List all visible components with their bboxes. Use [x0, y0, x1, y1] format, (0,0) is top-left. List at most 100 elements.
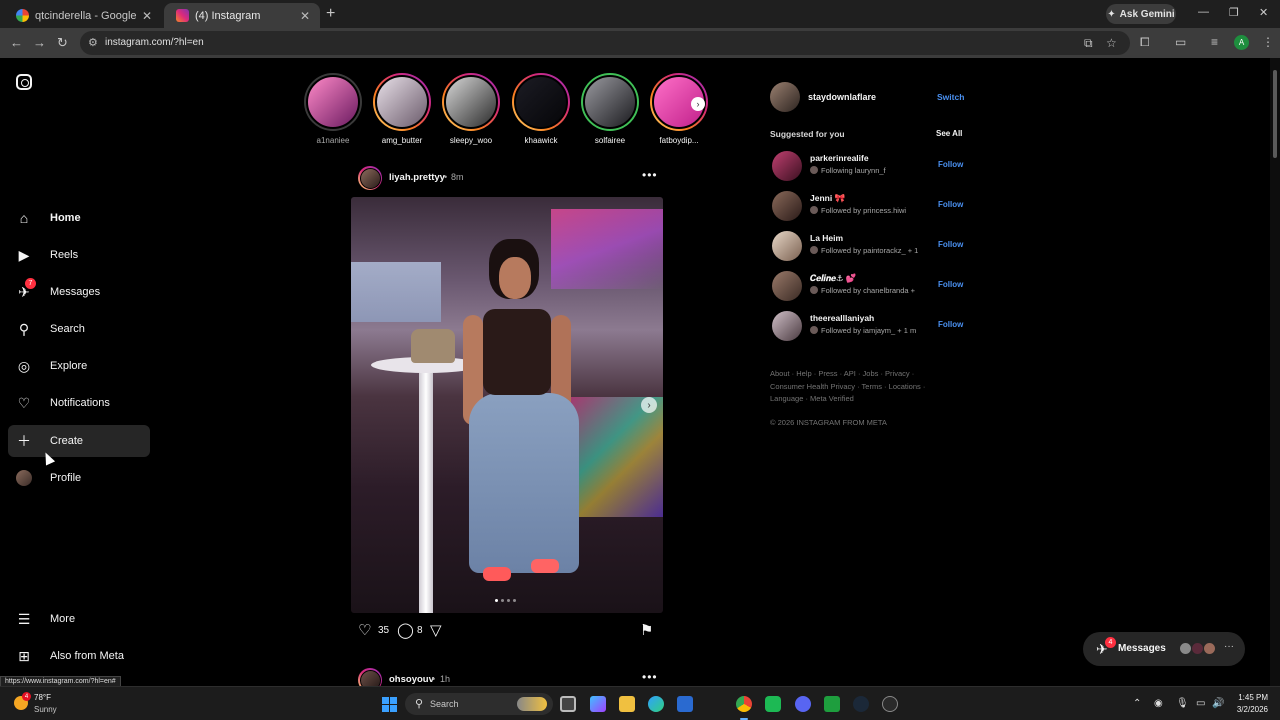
instagram-logo-icon[interactable] [16, 74, 32, 90]
more-options-icon[interactable]: ••• [642, 670, 658, 684]
media-icon[interactable]: ≡ [1211, 35, 1218, 49]
sidebar-item-also-from-meta[interactable]: ⊞ Also from Meta [8, 640, 150, 672]
chrome-icon[interactable] [736, 696, 752, 712]
task-view-icon[interactable] [560, 696, 576, 712]
sidebar-item-reels[interactable]: ▶ Reels [8, 239, 150, 271]
app-icon[interactable] [765, 696, 781, 712]
sidebar-item-explore[interactable]: ◎ Explore [8, 350, 150, 382]
search-highlight-icon [517, 697, 547, 711]
story-item[interactable]: khaawick [512, 73, 570, 145]
microphone-icon[interactable]: 🎙 [1176, 698, 1189, 709]
suggestion-item: La Heim Followed by paintorackz_ + 1 Fol… [772, 230, 964, 262]
clock-time[interactable]: 1:45 PM [1224, 693, 1268, 702]
avatar[interactable] [772, 311, 802, 341]
avatar[interactable] [358, 166, 382, 190]
file-explorer-icon[interactable] [619, 696, 635, 712]
avatar[interactable] [358, 668, 382, 686]
post-username[interactable]: ohsoyouv [389, 674, 434, 685]
post-username[interactable]: liyah.prettyy [389, 172, 445, 183]
site-info-icon[interactable]: ⚙ [88, 36, 98, 49]
see-all-link[interactable]: See All [936, 129, 962, 138]
avatar[interactable] [770, 82, 800, 112]
current-username[interactable]: staydownlaflare [808, 92, 876, 102]
switch-account-link[interactable]: Switch [937, 92, 964, 102]
share-icon[interactable]: ▽ [430, 621, 442, 639]
sidebar-item-notifications[interactable]: ♡ Notifications [8, 387, 150, 419]
tab-instagram[interactable]: (4) Instagram ✕ [164, 3, 320, 28]
story-item[interactable]: amg_butter [373, 73, 431, 145]
restore-icon[interactable]: ❐ [1229, 6, 1239, 19]
like-heart-icon[interactable]: ♡ [358, 621, 371, 639]
story-item[interactable]: solfairee [581, 73, 639, 145]
sidebar-item-more[interactable]: ☰ More [8, 603, 150, 635]
carousel-next-icon[interactable]: › [641, 397, 657, 413]
taskbar-search[interactable]: ⚲ Search [405, 693, 553, 715]
weather-temperature[interactable]: 78°F [34, 693, 51, 702]
weather-condition[interactable]: Sunny [34, 705, 57, 714]
messages-pill-button[interactable]: ✈ 4 Messages ··· [1083, 632, 1245, 666]
comment-icon[interactable]: ◯ [397, 621, 414, 639]
page-scrollbar[interactable] [1270, 58, 1280, 686]
tray-app-icon[interactable]: ◉ [1154, 698, 1163, 709]
avatar[interactable] [772, 231, 802, 261]
suggestion-name[interactable]: La Heim [810, 233, 843, 243]
follow-button[interactable]: Follow [938, 280, 963, 289]
minimize-icon[interactable]: — [1198, 6, 1209, 18]
profile-avatar[interactable]: A [1234, 35, 1249, 50]
xbox-icon[interactable] [824, 696, 840, 712]
story-username: fatboydip... [659, 136, 699, 145]
close-tab-icon[interactable]: ✕ [142, 9, 152, 23]
story-item[interactable]: a1naniee [304, 73, 362, 145]
new-tab-icon[interactable]: + [326, 5, 335, 23]
suggestion-name[interactable]: parkerinrealife [810, 153, 869, 163]
tray-chevron-icon[interactable]: ⌃ [1133, 698, 1141, 709]
close-tab-icon[interactable]: ✕ [300, 9, 310, 23]
post-image[interactable] [351, 197, 663, 613]
stories-next-icon[interactable]: › [691, 97, 705, 111]
suggested-title: Suggested for you [770, 129, 845, 139]
avatar[interactable] [772, 271, 802, 301]
sidebar-item-create[interactable]: ＋ Create [8, 425, 150, 457]
save-bookmark-icon[interactable]: ⚑ [640, 621, 653, 639]
bookmark-star-icon[interactable]: ☆ [1106, 36, 1117, 50]
sidebar-item-profile[interactable]: Profile [8, 462, 150, 494]
separator-dot: • [432, 674, 436, 684]
follow-button[interactable]: Follow [938, 200, 963, 209]
chrome-menu-icon[interactable]: ⋮ [1262, 35, 1274, 49]
footer-links[interactable]: About · Help · Press · API · Jobs · Priv… [770, 368, 940, 406]
follow-button[interactable]: Follow [938, 160, 963, 169]
copilot-icon[interactable] [590, 696, 606, 712]
install-app-icon[interactable]: ⧉ [1084, 36, 1093, 51]
suggestion-name[interactable]: Jenni 🎀 [810, 193, 845, 204]
discord-icon[interactable] [795, 696, 811, 712]
volume-icon[interactable]: 🔊 [1212, 698, 1224, 709]
sidebar-item-messages[interactable]: ✈ 7 Messages [8, 276, 150, 308]
story-item[interactable]: sleepy_woo [442, 73, 500, 145]
extensions-icon[interactable]: ⧠ [1140, 35, 1150, 50]
sidebar-item-search[interactable]: ⚲ Search [8, 313, 150, 345]
display-icon[interactable]: ▭ [1196, 698, 1205, 709]
windows-start-icon[interactable] [382, 697, 397, 712]
back-icon[interactable]: ← [10, 35, 23, 50]
store-icon[interactable] [677, 696, 693, 712]
steam-icon[interactable] [853, 696, 869, 712]
follow-button[interactable]: Follow [938, 240, 963, 249]
close-window-icon[interactable]: ✕ [1259, 6, 1268, 19]
suggestion-name[interactable]: 𝑪𝒆𝒍𝒊𝒏𝒆⚓ 💕 [810, 273, 857, 284]
ask-gemini-button[interactable]: ✦ Ask Gemini [1106, 4, 1176, 24]
reload-icon[interactable]: ↻ [57, 35, 68, 51]
sidebar-item-label: Also from Meta [50, 650, 124, 662]
avatar[interactable] [772, 191, 802, 221]
tab-google-search[interactable]: qtcinderella - Google Search ✕ [4, 3, 162, 28]
follow-button[interactable]: Follow [938, 320, 963, 329]
clock-date[interactable]: 3/2/2026 [1224, 705, 1268, 714]
address-bar[interactable]: ⚙ instagram.com/?hl=en ⧉ ☆ [80, 31, 1130, 55]
app-icon[interactable] [882, 696, 898, 712]
avatar[interactable] [772, 151, 802, 181]
more-options-icon[interactable]: ••• [642, 168, 658, 182]
side-panel-icon[interactable]: ▭ [1175, 35, 1186, 49]
edge-icon[interactable] [648, 696, 664, 712]
sidebar-item-home[interactable]: ⌂ Home [8, 202, 150, 234]
suggestion-name[interactable]: theerealllaniyah [810, 313, 874, 323]
forward-icon[interactable]: → [33, 35, 46, 50]
